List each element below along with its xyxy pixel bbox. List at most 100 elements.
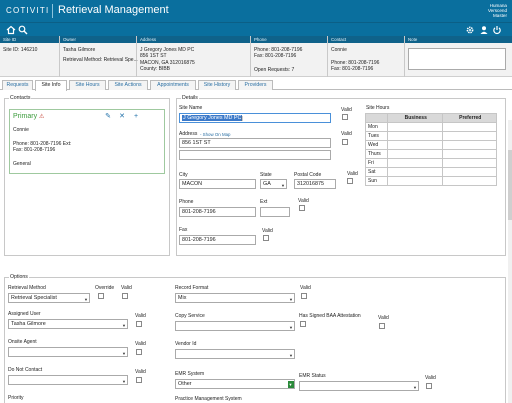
preferred-cell[interactable]	[441, 131, 497, 141]
copy-service-select[interactable]: ▼	[175, 321, 295, 331]
state-select[interactable]: GA ▼	[260, 179, 287, 189]
day-label: Fri	[365, 158, 388, 168]
scrollbar-thumb[interactable]	[508, 150, 512, 220]
tab-site-info[interactable]: Site Info	[35, 80, 67, 91]
preferred-cell[interactable]	[441, 176, 497, 186]
account-menu[interactable]: Humana Verscend Master	[488, 3, 507, 19]
tab-site-actions[interactable]: Site Actions	[108, 80, 148, 90]
search-icon[interactable]	[18, 25, 28, 35]
home-icon[interactable]	[6, 25, 16, 35]
show-on-map-link[interactable]: - Show On Map	[200, 132, 231, 137]
onsite-agent-valid-checkbox[interactable]	[136, 349, 142, 355]
text-cursor-icon: I	[241, 116, 243, 123]
business-cell[interactable]	[387, 158, 443, 168]
record-format-valid-label: Valid	[300, 285, 311, 291]
emr-status-valid-checkbox[interactable]	[426, 383, 432, 389]
city-valid-checkbox[interactable]	[347, 178, 353, 184]
header-address: Address	[140, 37, 157, 42]
phone-valid-label: Valid	[298, 198, 309, 204]
header-owner: Owner	[63, 37, 76, 42]
note-input[interactable]	[408, 48, 506, 70]
add-icon[interactable]: +	[132, 113, 140, 121]
open-requests: Open Requests: 7	[254, 67, 295, 73]
chevron-down-icon: ▼	[84, 297, 88, 302]
page-scrollbar[interactable]	[508, 120, 512, 403]
day-label: Mon	[365, 122, 388, 132]
do-not-contact-valid-label: Valid	[135, 369, 146, 375]
details-legend: Details	[181, 95, 199, 101]
assigned-user-valid-checkbox[interactable]	[136, 321, 142, 327]
preferred-cell[interactable]	[441, 149, 497, 159]
business-cell[interactable]	[387, 140, 443, 150]
onsite-agent-select[interactable]: ▼	[8, 347, 128, 357]
power-icon[interactable]	[492, 25, 502, 35]
retrieval-method-select[interactable]: Retrieval Specialist ▼	[8, 293, 90, 303]
gear-icon[interactable]	[465, 25, 475, 35]
emr-system-label: EMR System	[175, 371, 205, 377]
onsite-agent-label: Onsite Agent	[8, 339, 37, 345]
site-name-input[interactable]: J Gregory Jones MD PC	[179, 113, 331, 123]
column-divider	[327, 36, 328, 77]
state-label: State	[260, 172, 272, 178]
emr-system-select[interactable]: Other ▼	[175, 379, 295, 389]
header-site-id: Site ID	[3, 37, 17, 42]
retrieval-valid-checkbox[interactable]	[122, 293, 128, 299]
preferred-cell[interactable]	[441, 167, 497, 177]
chevron-down-icon: ▼	[289, 353, 293, 358]
day-label: Thurs	[365, 149, 388, 159]
site-name-valid-checkbox[interactable]	[342, 114, 348, 120]
address-input[interactable]: 856 1ST ST	[179, 138, 331, 148]
info-bar-header: Site ID Owner Address Phone Contact Note	[0, 36, 512, 43]
business-cell[interactable]	[387, 149, 443, 159]
vendor-id-select[interactable]: ▼	[175, 349, 295, 359]
assigned-user-select[interactable]: Tasha Gilmore ▼	[8, 319, 128, 329]
chevron-down-icon: ▼	[122, 379, 126, 384]
record-format-select[interactable]: Mix ▼	[175, 293, 295, 303]
delete-icon[interactable]: ✕	[118, 113, 126, 121]
business-cell[interactable]	[387, 167, 443, 177]
preferred-cell[interactable]	[441, 158, 497, 168]
tab-appointments[interactable]: Appointments	[150, 80, 196, 90]
fax-valid-checkbox[interactable]	[263, 235, 269, 241]
address-valid-checkbox[interactable]	[342, 139, 348, 145]
header-note: Note	[408, 37, 418, 42]
preferred-cell[interactable]	[441, 140, 497, 150]
chevron-down-icon: ▼	[289, 325, 293, 330]
record-format-valid-checkbox[interactable]	[301, 293, 307, 299]
postal-code-input[interactable]: 312016875	[294, 179, 336, 189]
chevron-down-icon: ▼	[287, 380, 294, 388]
fax-input[interactable]: 801-208-7196	[179, 235, 256, 245]
emr-status-valid-label: Valid	[425, 375, 436, 381]
owner-retrieval-method: Retrieval Method: Retrieval Spe...	[63, 57, 138, 63]
business-cell[interactable]	[387, 122, 443, 132]
emr-status-label: EMR Status	[299, 373, 326, 379]
preferred-cell[interactable]	[441, 122, 497, 132]
tab-site-hours[interactable]: Site Hours	[69, 80, 106, 90]
do-not-contact-valid-checkbox[interactable]	[136, 377, 142, 383]
contact-card[interactable]: Primary ⚠ ✎ ✕ + Connie Phone: 801-208-71…	[9, 109, 165, 174]
ext-input[interactable]	[260, 207, 290, 217]
column-divider	[59, 36, 60, 77]
city-input[interactable]: MACON	[179, 179, 256, 189]
do-not-contact-select[interactable]: ▼	[8, 375, 128, 385]
business-cell[interactable]	[387, 176, 443, 186]
baa-attestation-checkbox[interactable]	[300, 321, 306, 327]
address2-input[interactable]	[179, 150, 331, 160]
user-icon[interactable]	[479, 25, 489, 35]
address-valid-label: Valid	[341, 131, 352, 137]
business-cell[interactable]	[387, 131, 443, 141]
table-row: Sun	[365, 176, 497, 186]
practice-management-label: Practice Management System	[175, 396, 242, 402]
copy-service-label: Copy Service	[175, 313, 205, 319]
phone-valid-checkbox[interactable]	[299, 205, 305, 211]
baa-valid-checkbox[interactable]	[379, 323, 385, 329]
tab-site-history[interactable]: Site History	[198, 80, 236, 90]
phone-input[interactable]: 801-208-7196	[179, 207, 256, 217]
override-checkbox[interactable]	[98, 293, 104, 299]
edit-icon[interactable]: ✎	[104, 113, 112, 121]
onsite-agent-valid-label: Valid	[135, 341, 146, 347]
tab-requests[interactable]: Requests	[2, 80, 33, 90]
emr-status-select[interactable]: ▼	[299, 381, 419, 391]
tab-providers[interactable]: Providers	[238, 80, 273, 90]
day-label: Sun	[365, 176, 388, 186]
